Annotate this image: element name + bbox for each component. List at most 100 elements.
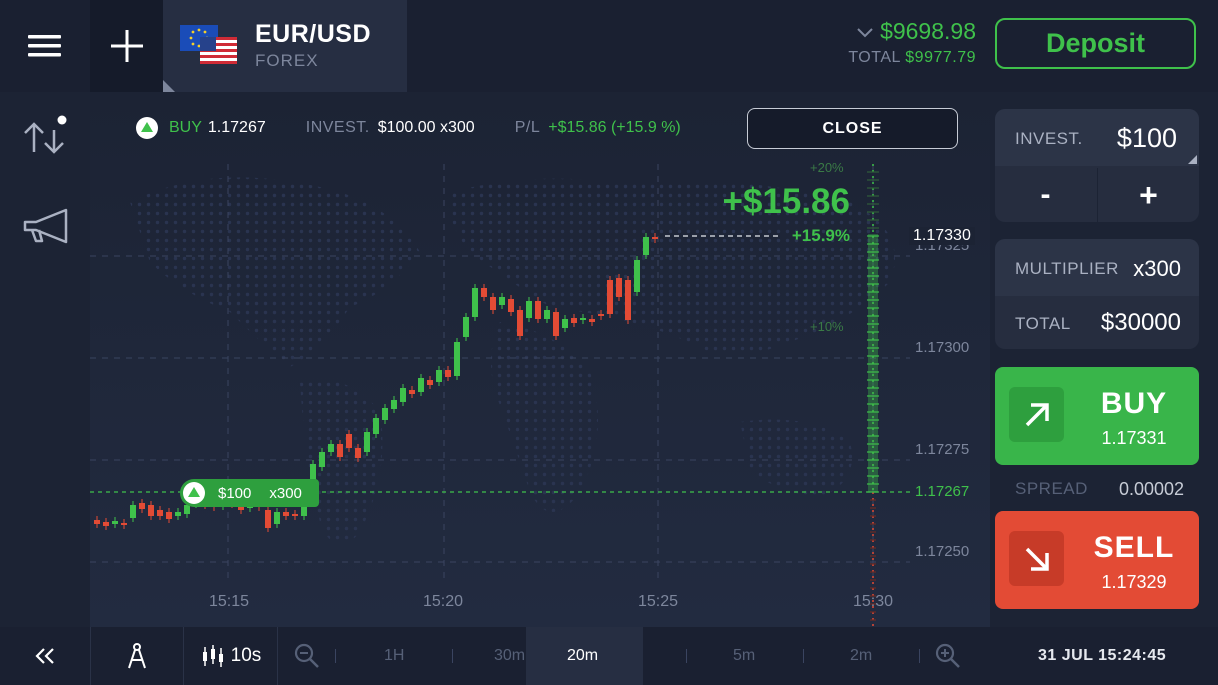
candle-body: [148, 505, 154, 516]
marker-invest: $100: [218, 484, 252, 502]
left-sidebar: [0, 92, 90, 627]
candle-body: [589, 319, 595, 322]
asset-tab[interactable]: EUR/USD FOREX: [163, 0, 407, 92]
candlestick-icon: [202, 645, 223, 667]
sell-button[interactable]: SELL 1.17329: [995, 511, 1199, 609]
spread-label: SPREAD: [1015, 479, 1088, 498]
timeframe-1h[interactable]: 1H: [384, 647, 404, 665]
spread-value: 0.00002: [1119, 479, 1185, 499]
multiplier-panel: MULTIPLIER x300 TOTAL $30000: [995, 239, 1199, 349]
invest-field[interactable]: INVEST. $100: [995, 109, 1199, 166]
announcements-button[interactable]: [22, 205, 72, 250]
invest-value: $100: [1116, 123, 1177, 153]
candle-body: [112, 521, 118, 524]
collapse-button[interactable]: [0, 627, 91, 685]
candle-body: [400, 388, 406, 402]
candle-body: [157, 510, 163, 516]
balance-value: $9698.98: [880, 18, 976, 44]
divider: [686, 649, 687, 663]
timeframe-5m[interactable]: 5m: [733, 647, 755, 665]
drawing-tools-button[interactable]: [91, 627, 184, 685]
marker-multiplier: x300: [269, 484, 302, 502]
candle-body: [427, 380, 433, 385]
time-label-3: 15:25: [638, 593, 679, 610]
zoom-in-button[interactable]: [934, 642, 962, 675]
close-position-button[interactable]: CLOSE: [747, 108, 958, 149]
position-pl-label: P/L: [514, 119, 541, 136]
trades-button[interactable]: [22, 110, 72, 160]
zoom-out-button[interactable]: [293, 642, 321, 675]
candle-body: [418, 378, 424, 392]
buy-label: BUY: [1100, 387, 1168, 420]
balance-display[interactable]: $9698.98: [856, 18, 976, 45]
timeframe-20m[interactable]: 20m: [567, 647, 598, 665]
candle-body: [346, 434, 352, 448]
candle-body: [499, 297, 505, 305]
profit-zone-bar: [868, 234, 878, 492]
megaphone-icon: [23, 208, 68, 244]
price-chart[interactable]: [90, 92, 990, 627]
candle-body: [643, 237, 649, 255]
decrease-invest-button[interactable]: -: [995, 168, 1096, 222]
candle-interval-button[interactable]: 10s: [185, 627, 278, 685]
candle-body: [409, 390, 415, 394]
candle-body: [490, 297, 496, 310]
menu-button[interactable]: [0, 0, 90, 92]
time-label-4: 15:30: [853, 593, 894, 610]
pct-label-10: +10%: [810, 319, 844, 334]
position-direction: BUY: [169, 119, 202, 136]
divider: [803, 649, 804, 663]
candle-interval-value: 10s: [230, 645, 262, 666]
candle-body: [616, 278, 622, 297]
tab-corner-icon: [163, 80, 175, 92]
time-label-2: 15:20: [423, 593, 464, 610]
candle-body: [337, 444, 343, 457]
candle-body: [121, 523, 127, 525]
invest-label: INVEST.: [1015, 129, 1083, 148]
current-price-label: 1.17330: [909, 227, 975, 245]
candle-body: [508, 299, 514, 312]
arrow-up-right-icon: [1009, 387, 1064, 442]
candle-body: [580, 318, 586, 320]
position-marker[interactable]: $100 x300: [180, 479, 319, 507]
zoom-out-icon: [294, 643, 319, 668]
candle-body: [328, 444, 334, 452]
total-value: $9977.79: [905, 49, 976, 66]
plus-icon: [110, 30, 143, 62]
position-pl-value: +$15.86 (+15.9 %): [548, 119, 681, 136]
increase-invest-button[interactable]: +: [1098, 168, 1199, 222]
buy-triangle-icon: [136, 117, 158, 139]
candle-body: [265, 510, 271, 528]
position-invest-value: $100.00 x300: [377, 119, 475, 136]
candle-body: [445, 370, 451, 377]
candle-body: [166, 512, 172, 519]
timeframe-2m[interactable]: 2m: [850, 647, 872, 665]
candle-body: [517, 310, 523, 336]
candle-body: [454, 342, 460, 376]
candle-body: [373, 418, 379, 434]
buy-triangle-icon: [183, 482, 205, 504]
candle-body: [382, 408, 388, 420]
multiplier-label: MULTIPLIER: [1015, 259, 1119, 278]
total-value: $30000: [1100, 309, 1181, 336]
buy-button[interactable]: BUY 1.17331: [995, 367, 1199, 465]
eu-us-flag-icon: [180, 25, 237, 64]
candle-body: [175, 512, 181, 516]
profit-amount: +$15.86: [722, 182, 851, 221]
candle-body: [463, 317, 469, 337]
multiplier-field[interactable]: MULTIPLIER x300: [995, 239, 1199, 296]
add-asset-button[interactable]: [90, 0, 163, 92]
hamburger-icon: [28, 35, 61, 57]
timeframe-30m[interactable]: 30m: [494, 647, 525, 665]
deposit-button[interactable]: Deposit: [995, 18, 1196, 69]
candle-body: [481, 288, 487, 297]
sell-label: SELL: [1093, 531, 1175, 564]
candle-body: [571, 318, 577, 323]
invest-panel: INVEST. $100 - +: [995, 109, 1199, 222]
candle-body: [292, 514, 298, 516]
divider: [919, 649, 920, 663]
corner-indicator-icon: [1188, 155, 1197, 164]
candle-body: [283, 512, 289, 516]
entry-price-label: 1.17267: [915, 483, 970, 500]
position-info: BUY 1.17267 INVEST. $100.00 x300 P/L +$1…: [135, 116, 681, 140]
